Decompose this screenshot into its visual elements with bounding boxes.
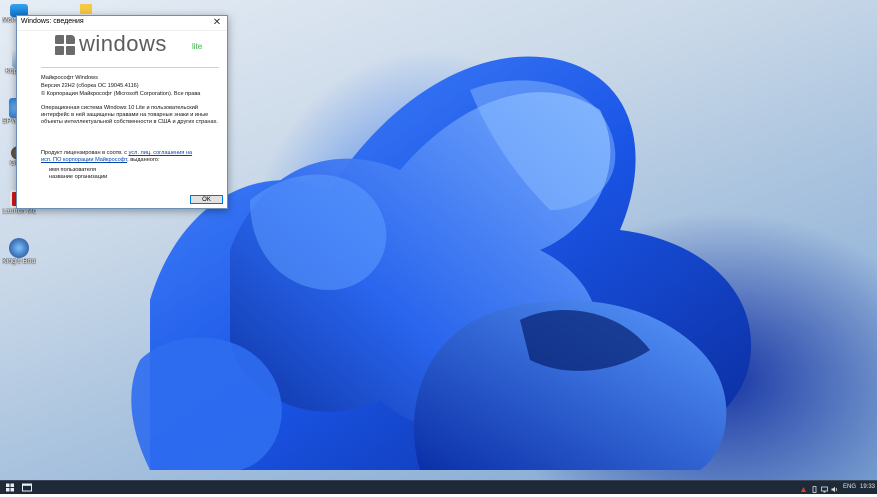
licensed-user: имя пользователя (49, 167, 96, 173)
dialog-titlebar[interactable]: Windows: сведения ✕ (17, 16, 227, 31)
desktop-icon-kings-bounty[interactable]: King's Bounty : ... (2, 238, 36, 266)
clock[interactable]: 19:33 (860, 481, 875, 494)
taskbar: ENG 19:33 (0, 480, 877, 494)
version-text: Версия 22H2 (сборка ОС 19045.4116) (41, 83, 139, 89)
usb-tray-icon[interactable] (811, 484, 818, 493)
windows-start-icon (6, 483, 14, 492)
running-app-button[interactable] (20, 481, 34, 494)
game-icon (9, 238, 29, 258)
about-windows-dialog: Windows: сведения ✕ windows lite Майкрос… (16, 15, 228, 209)
copyright-text: © Корпорация Майкрософт (Microsoft Corpo… (41, 91, 201, 97)
window-icon (22, 483, 32, 492)
dialog-title: Windows: сведения (21, 18, 84, 25)
start-button[interactable] (3, 481, 17, 494)
brand-wordmark: windows (79, 31, 167, 56)
legal-line-1: Операционная система Windows 10 Lite и п… (41, 105, 198, 111)
volume-tray-icon[interactable] (831, 484, 838, 493)
license-line-1: Продукт лицензирован в соотв. с усл. лиц… (41, 150, 192, 157)
license-line-2: исп. ПО корпорации Майкрософт, выданного… (41, 157, 159, 164)
network-tray-icon[interactable] (821, 484, 828, 493)
language-indicator[interactable]: ENG (843, 481, 856, 494)
license-suffix: , выданного: (127, 157, 160, 163)
folder-icon[interactable] (80, 4, 92, 14)
legal-line-3: объекты интеллектуальной собственности в… (41, 119, 218, 125)
license-terms-link[interactable]: усл. лиц. соглашения на (129, 150, 192, 156)
license-prefix: Продукт лицензирован в соотв. с (41, 150, 128, 156)
divider (41, 67, 219, 68)
licensed-organization: название организации (49, 174, 108, 180)
brand-edition: lite (192, 42, 203, 51)
close-button[interactable]: ✕ (211, 16, 223, 29)
license-terms-link-continued[interactable]: исп. ПО корпорации Майкрософт (41, 157, 127, 163)
product-name: Майкрософт Windows (41, 75, 98, 81)
windows-logo-icon (55, 35, 75, 55)
antivirus-tray-icon[interactable] (800, 484, 807, 492)
legal-line-2: интерфейс в ней защищены правами на това… (41, 112, 209, 118)
ok-button[interactable]: OK (190, 195, 223, 204)
